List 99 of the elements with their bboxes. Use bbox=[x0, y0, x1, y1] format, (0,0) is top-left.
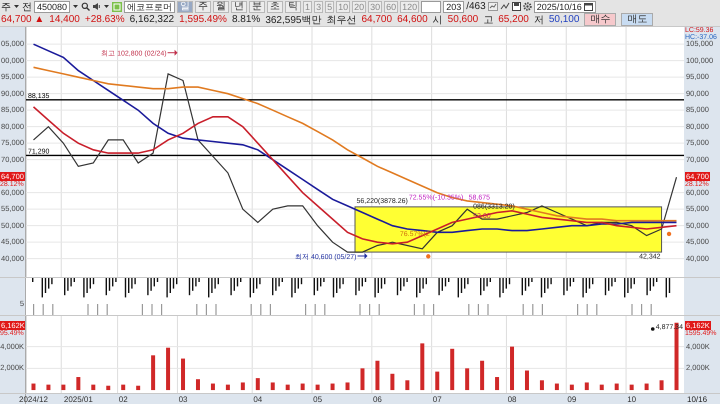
date-label: 2025/01 bbox=[64, 395, 93, 404]
quote-value: 14,400 bbox=[49, 14, 80, 25]
volume-bar bbox=[240, 382, 245, 390]
volume-bar bbox=[196, 379, 200, 390]
volume-bar bbox=[121, 384, 126, 390]
quote-value: 50,600 bbox=[448, 14, 478, 25]
volume-bar bbox=[540, 380, 544, 390]
period-tab[interactable]: 틱 bbox=[285, 0, 302, 12]
volume-bar bbox=[554, 384, 559, 390]
volume-bar bbox=[405, 380, 410, 390]
quote-value: 최우선 bbox=[326, 14, 356, 26]
volume-bar bbox=[510, 346, 514, 390]
volume-bar bbox=[644, 384, 649, 390]
volume-bar bbox=[614, 384, 619, 390]
quote-value: 고 bbox=[483, 14, 494, 26]
date-label: 07 bbox=[432, 395, 442, 404]
volume-bar bbox=[300, 384, 305, 390]
volume-bar bbox=[570, 384, 574, 390]
arrow-icon bbox=[357, 253, 368, 260]
save-icon[interactable] bbox=[512, 2, 521, 11]
volume-bar bbox=[584, 382, 589, 390]
input-field[interactable]: 450080 bbox=[34, 0, 70, 12]
date-label: 09 bbox=[567, 395, 576, 404]
input-field[interactable] bbox=[421, 0, 442, 12]
volume-bar bbox=[106, 386, 110, 390]
arrow-icon bbox=[167, 50, 178, 56]
quote-value: 64,700 bbox=[361, 14, 392, 25]
volume-bar bbox=[166, 348, 170, 390]
volume-bar bbox=[346, 382, 350, 390]
period-tab[interactable]: 년 bbox=[231, 0, 248, 12]
volume-bar bbox=[226, 384, 230, 390]
toolbar-label: /463 bbox=[466, 1, 486, 12]
volume-bar bbox=[660, 380, 664, 390]
volume-bar bbox=[76, 377, 80, 390]
volume-bar bbox=[465, 368, 470, 390]
volume-bar bbox=[270, 382, 275, 390]
period-tab[interactable]: 분 bbox=[249, 0, 266, 12]
volume-bar bbox=[524, 370, 529, 390]
date-label: 05 bbox=[313, 395, 322, 404]
date-label: 02 bbox=[118, 395, 128, 404]
date-label: 06 bbox=[372, 395, 382, 404]
chart-icon[interactable] bbox=[488, 2, 498, 11]
volume-bar bbox=[435, 372, 440, 390]
calendar-icon[interactable] bbox=[584, 2, 593, 11]
volume-bar bbox=[495, 377, 500, 390]
input-field[interactable]: 203 bbox=[443, 0, 464, 12]
point-marker bbox=[650, 327, 655, 331]
marker-icon bbox=[666, 232, 672, 236]
toolbar-label: 주 bbox=[1, 0, 11, 14]
quote-value: 시 bbox=[432, 14, 443, 26]
quote-value: 1,595.49% bbox=[179, 14, 227, 25]
period-tab[interactable]: 월 bbox=[213, 0, 230, 12]
date-label: 10 bbox=[627, 395, 636, 404]
settings-icon[interactable] bbox=[522, 2, 532, 11]
volume-bar bbox=[480, 360, 484, 390]
volume-bar bbox=[91, 384, 96, 390]
period-tab[interactable]: 초 bbox=[267, 0, 284, 12]
volume-bar bbox=[390, 374, 394, 390]
volume-bar bbox=[316, 384, 320, 390]
quote-value: 64,700 ▲ bbox=[1, 14, 44, 25]
stock-name-field[interactable]: 에코프로머 bbox=[124, 0, 176, 12]
line-chart-icon[interactable] bbox=[500, 2, 510, 11]
quote-value: 362,595백만 bbox=[265, 14, 322, 26]
volume-bar bbox=[256, 378, 260, 390]
quote-value: 6,162,322 bbox=[130, 14, 174, 25]
quote-value: 65,200 bbox=[498, 14, 529, 25]
volume-bar bbox=[375, 360, 380, 390]
volume-bar bbox=[151, 355, 156, 390]
period-tab[interactable]: 주 bbox=[195, 0, 212, 12]
search-icon[interactable] bbox=[81, 2, 90, 11]
volume-bar bbox=[210, 384, 215, 390]
buy-button[interactable]: 매수 bbox=[584, 13, 616, 26]
volume-bar bbox=[450, 348, 454, 390]
volume-bar bbox=[61, 384, 66, 390]
date-label: 2024/12 bbox=[19, 395, 48, 404]
marker-icon bbox=[426, 254, 430, 259]
date-label: 03 bbox=[178, 395, 188, 404]
volume-bar bbox=[136, 386, 140, 390]
volume-bar bbox=[286, 384, 290, 390]
quote-value: 8.81% bbox=[232, 14, 260, 25]
date-label: 08 bbox=[508, 395, 516, 404]
volume-bar bbox=[420, 343, 424, 390]
volume-bar bbox=[630, 384, 634, 390]
volume-bar bbox=[46, 384, 50, 390]
quote-value: 64,600 bbox=[397, 14, 428, 25]
volume-bar bbox=[181, 358, 186, 390]
speaker-icon[interactable] bbox=[92, 2, 102, 11]
quote-value: +28.63% bbox=[84, 14, 125, 25]
quote-value: 50,100 bbox=[548, 14, 580, 25]
toolbar-label: 전 bbox=[22, 0, 32, 14]
volume-bar bbox=[330, 384, 335, 390]
volume-bar bbox=[31, 384, 36, 390]
date-label: 04 bbox=[253, 395, 262, 404]
sell-button[interactable]: 매도 bbox=[621, 13, 654, 26]
volume-bar bbox=[600, 384, 604, 390]
volume-bar bbox=[360, 368, 364, 390]
date-label: 10/16 bbox=[687, 395, 708, 404]
quote-value: 저 bbox=[534, 14, 544, 26]
date-field[interactable]: 2025/10/16 bbox=[534, 0, 596, 12]
